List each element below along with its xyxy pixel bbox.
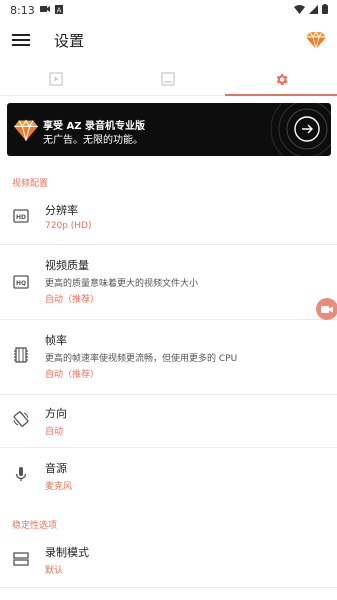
battery-icon <box>322 4 328 14</box>
setting-title: 方向 <box>45 407 67 420</box>
setting-video-quality[interactable]: HQ 视频质量 更高的质量意味着更大的视频文件大小 自动（推荐） <box>0 245 337 319</box>
status-time: 8:13 <box>10 4 35 17</box>
menu-icon-bar <box>12 34 30 36</box>
tab-screenshots[interactable] <box>112 62 224 96</box>
setting-audio-source[interactable]: 音源 麦克风 <box>0 448 337 502</box>
screen-rotation-icon <box>13 411 29 427</box>
menu-icon-bar <box>12 39 30 41</box>
setting-description: 更高的帧速率使视频更流畅，但使用更多的 CPU <box>45 354 238 364</box>
setting-value: 720p (HD) <box>45 221 92 231</box>
video-file-icon <box>49 72 63 86</box>
pro-promo-banner[interactable]: 享受 AZ 录音机专业版 无广告。无限的功能。 <box>7 103 331 156</box>
svg-text:HQ: HQ <box>16 280 26 287</box>
hq-icon: HQ <box>13 275 29 289</box>
setting-orientation[interactable]: 方向 自动 <box>0 395 337 447</box>
tab-indicator <box>225 94 337 96</box>
setting-value: 麦克风 <box>45 482 73 492</box>
setting-value: 默认 <box>45 566 64 576</box>
page-title: 设置 <box>54 32 85 50</box>
tab-bar <box>0 62 337 96</box>
section-header-stability: 稳定性选项 <box>12 521 58 531</box>
premium-gem-icon <box>14 119 38 141</box>
status-right-icons <box>294 4 328 14</box>
arrow-right-circle-icon[interactable] <box>261 103 331 156</box>
film-strip-icon <box>14 347 28 363</box>
tab-settings[interactable] <box>225 62 337 96</box>
setting-title: 录制模式 <box>45 546 89 559</box>
floating-record-button[interactable] <box>316 298 337 320</box>
notification-a-icon: A <box>55 5 63 14</box>
app-bar: 设置 <box>0 22 337 60</box>
svg-text:A: A <box>57 7 62 15</box>
svg-text:HD: HD <box>16 214 26 221</box>
setting-recording-mode[interactable]: 录制模式 默认 <box>0 534 337 586</box>
setting-title: 视频质量 <box>45 259 89 272</box>
video-recorder-status-icon <box>40 6 50 12</box>
status-bar: 8:13 A <box>0 0 337 22</box>
premium-gem-icon[interactable] <box>305 29 327 51</box>
setting-description: 更高的质量意味着更大的视频文件大小 <box>45 279 199 289</box>
gear-icon <box>276 73 288 85</box>
cellular-signal-icon <box>309 4 318 14</box>
menu-icon-bar <box>12 44 30 46</box>
setting-resolution[interactable]: HD 分辨率 720p (HD) <box>0 192 337 244</box>
setting-title: 帧率 <box>45 334 67 347</box>
wifi-icon <box>294 4 305 14</box>
promo-title: 享受 AZ 录音机专业版 <box>43 121 145 132</box>
storage-icon <box>13 552 29 566</box>
menu-button[interactable] <box>12 31 30 51</box>
tab-videos[interactable] <box>0 62 112 96</box>
setting-title: 音源 <box>45 462 67 475</box>
image-icon <box>161 72 175 86</box>
setting-value: 自动 <box>45 427 64 437</box>
promo-subtitle: 无广告。无限的功能。 <box>43 135 143 146</box>
section-header-video: 视频配置 <box>12 179 49 189</box>
setting-title: 分辨率 <box>45 204 78 217</box>
hd-icon: HD <box>13 209 29 223</box>
setting-frame-rate[interactable]: 帧率 更高的帧速率使视频更流畅，但使用更多的 CPU 自动（推荐） <box>0 320 337 394</box>
microphone-icon <box>15 467 27 481</box>
setting-value: 自动（推荐） <box>45 295 100 305</box>
video-camera-icon <box>321 305 333 313</box>
status-left-icons: A <box>40 5 63 14</box>
divider <box>0 587 337 588</box>
setting-value: 自动（推荐） <box>45 370 100 380</box>
